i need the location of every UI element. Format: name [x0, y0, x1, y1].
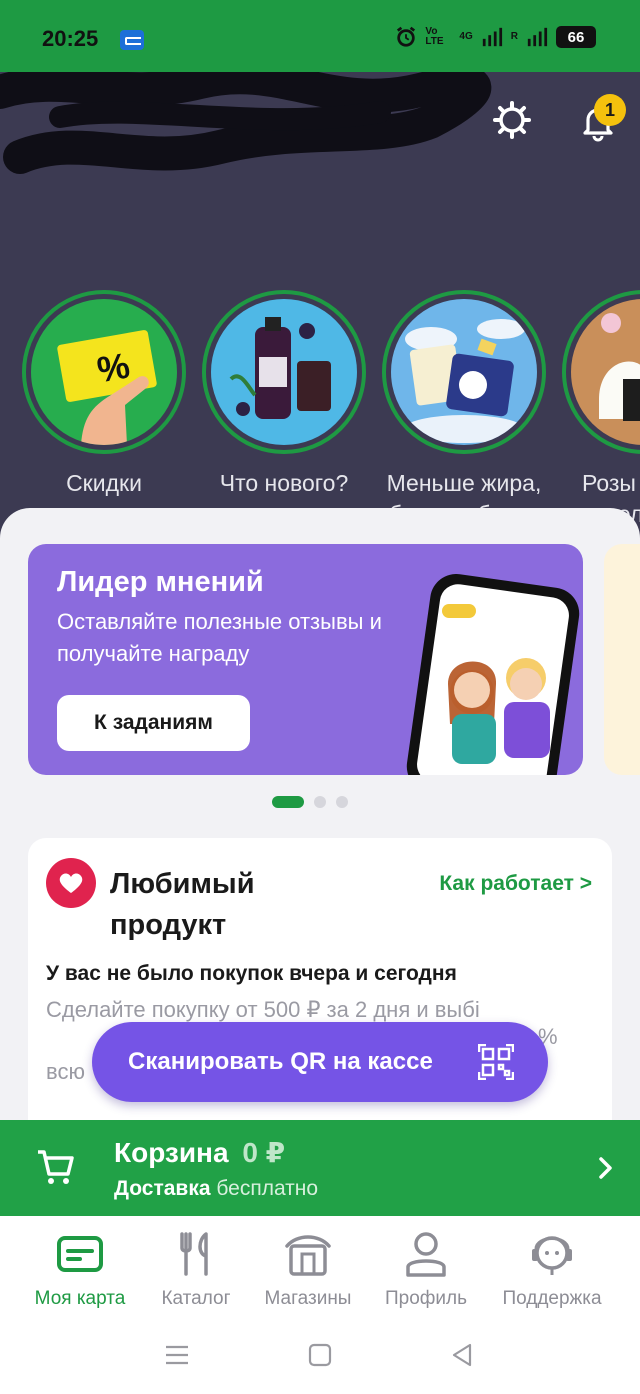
settings-button[interactable] — [488, 96, 536, 144]
story-whats-new[interactable]: Что нового? — [200, 290, 368, 499]
system-navigation — [0, 1320, 640, 1394]
cart-bar[interactable]: Корзина 0 ₽ Доставка бесплатно — [0, 1120, 640, 1216]
tasks-button[interactable]: К заданиям — [57, 695, 250, 751]
story-protein[interactable]: Меньше жира, больше белка — [380, 290, 548, 530]
signal-icon-2 — [527, 27, 548, 47]
banner-title: Лидер мнений — [57, 566, 264, 598]
store-icon — [285, 1235, 331, 1276]
story-ring — [562, 290, 640, 454]
fork-knife-icon — [180, 1232, 208, 1276]
menu-icon[interactable] — [164, 1342, 190, 1368]
nav-support[interactable]: Поддержка — [488, 1230, 616, 1310]
signal-icon — [482, 27, 502, 47]
nav-profile[interactable]: Профиль — [362, 1230, 490, 1310]
story-dishes[interactable]: Розы тарел — [560, 290, 640, 530]
status-time: 20:25 — [42, 26, 99, 51]
chevron-right-icon — [599, 1157, 612, 1179]
story-weekly-discounts[interactable]: % Скидки недели — [20, 290, 188, 530]
banner-text: Оставляйте полезные отзывы и получайте н… — [57, 609, 382, 666]
cart-label: Корзина — [114, 1137, 229, 1168]
network-type: 4G — [459, 31, 473, 42]
nav-label: Магазины — [264, 1288, 352, 1309]
header: % Скидки недели Что нового? — [0, 72, 640, 552]
story-label: Что нового? — [219, 470, 349, 496]
delivery-value: бесплатно — [216, 1177, 319, 1200]
nav-stores[interactable]: Магазины — [244, 1230, 372, 1310]
nav-label: Профиль — [384, 1288, 468, 1309]
nav-catalog[interactable]: Каталог — [132, 1230, 260, 1310]
home-icon[interactable] — [308, 1342, 332, 1368]
story-ring — [382, 290, 546, 454]
profile-icon — [406, 1232, 446, 1277]
bottom-navigation: Моя карта Каталог Магазины Профиль Подде… — [0, 1216, 640, 1320]
roaming-indicator: R — [510, 31, 518, 42]
new-products-image — [211, 299, 357, 445]
story-ring: % — [22, 290, 186, 454]
gear-icon — [493, 101, 531, 139]
card-icon — [57, 1236, 103, 1272]
phone-illustration — [406, 574, 580, 775]
carousel-dot-active[interactable] — [272, 796, 304, 808]
cart-title: Корзина 0 ₽ — [114, 1136, 285, 1169]
nav-label: Поддержка — [502, 1288, 602, 1309]
nav-my-card[interactable]: Моя карта — [16, 1230, 144, 1310]
nav-label: Моя карта — [34, 1288, 126, 1309]
back-icon[interactable] — [450, 1342, 474, 1368]
carousel-dot[interactable] — [314, 796, 326, 808]
protein-products-image — [391, 299, 537, 445]
battery-icon: 66 — [556, 26, 596, 48]
alarm-icon — [397, 26, 416, 47]
next-banner-peek[interactable] — [604, 544, 640, 775]
scan-qr-label: Сканировать QR на кассе — [128, 1048, 433, 1075]
volte-indicator: Vo LTE — [425, 26, 444, 47]
scan-qr-button[interactable]: Сканировать QR на кассе — [92, 1022, 548, 1102]
qr-code-icon — [478, 1044, 514, 1080]
favorite-title: Любимый продукт — [110, 868, 255, 941]
nav-label: Каталог — [161, 1288, 231, 1309]
how-it-works-link[interactable]: Как работает > — [439, 872, 592, 896]
redaction-scribble — [0, 72, 492, 174]
heart-icon — [59, 873, 83, 893]
cart-icon — [38, 1150, 74, 1184]
heart-badge — [46, 858, 96, 908]
vpn-key-icon — [120, 30, 144, 50]
cart-amount: 0 ₽ — [242, 1137, 286, 1168]
story-ring — [202, 290, 366, 454]
delivery-info: Доставка бесплатно — [114, 1177, 318, 1201]
carousel-dots — [272, 796, 348, 808]
status-icons: Vo LTE 4G R 66 — [395, 26, 596, 48]
favorite-subtitle: У вас не было покупок вчера и сегодня — [46, 962, 457, 985]
delivery-label: Доставка — [114, 1177, 211, 1200]
carousel-dot[interactable] — [336, 796, 348, 808]
notification-badge: 1 — [594, 94, 626, 126]
support-icon — [532, 1236, 572, 1275]
status-bar: 20:25 Vo LTE 4G R 66 — [0, 0, 640, 72]
favorite-description-text: Сделайте покупку от 500 ₽ за 2 дня и выб… — [46, 997, 480, 1022]
discount-coupon-image: % — [31, 299, 177, 445]
dishes-image — [571, 299, 640, 445]
promo-banner[interactable]: Лидер мнений Оставляйте полезные отзывы … — [28, 544, 583, 775]
